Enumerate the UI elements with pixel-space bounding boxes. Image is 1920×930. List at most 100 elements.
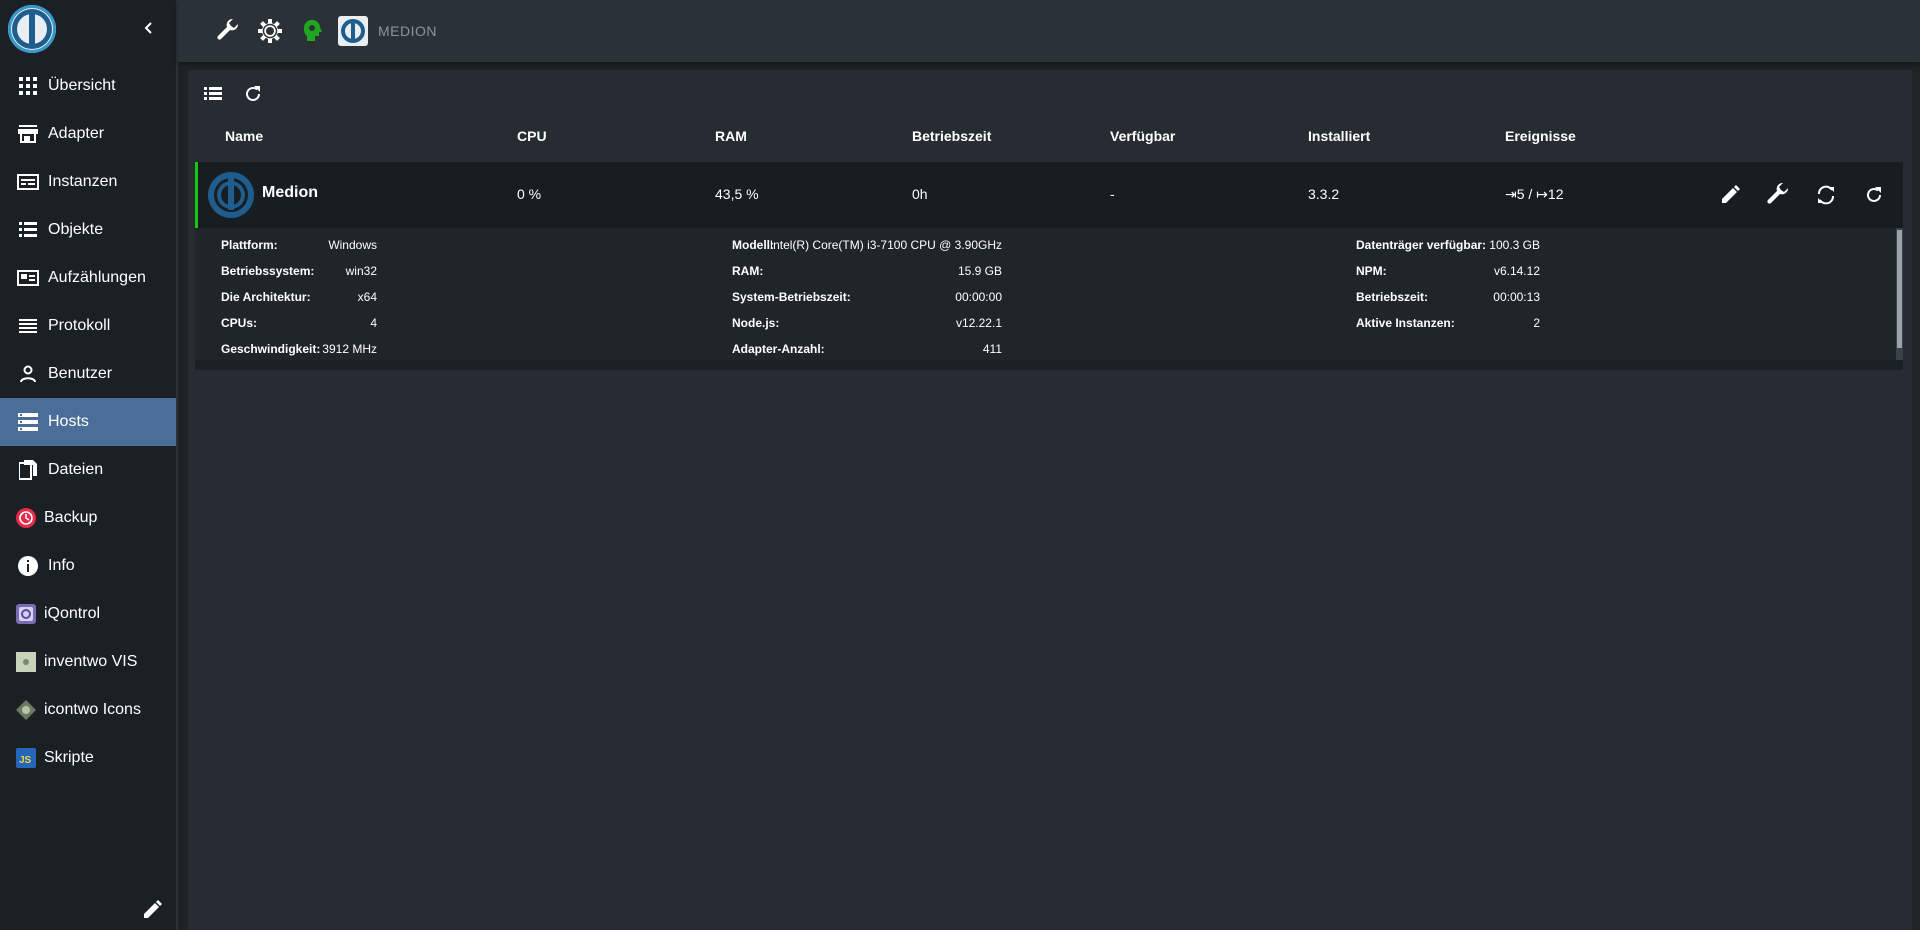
javascript-icon: JS (16, 746, 36, 770)
sidebar-item-adapter[interactable]: Adapter (0, 110, 176, 158)
installed-cell: 3.3.2 (1308, 186, 1340, 202)
host-logo-icon (338, 16, 368, 46)
hosts-panel: Name CPU RAM Betriebszeit Verfügbar Inst… (188, 70, 1912, 930)
scrollbar-thumb[interactable] (1897, 230, 1902, 348)
sidebar-item-info[interactable]: Info (0, 542, 176, 590)
header-events: Ereignisse (1505, 128, 1576, 144)
row-actions (1697, 180, 1889, 210)
sidebar-item-objekte[interactable]: Objekte (0, 206, 176, 254)
sidebar-item-label: Benutzer (48, 365, 113, 382)
available-cell: - (1110, 186, 1115, 202)
details-scrollbar[interactable] (1896, 228, 1903, 360)
sidebar-item-label: Aufzählungen (48, 269, 146, 286)
header-name: Name (225, 128, 264, 144)
edit-host-button[interactable] (1715, 180, 1745, 210)
header-cpu: CPU (517, 128, 547, 144)
refresh-icon (246, 86, 260, 101)
head-icon (303, 19, 322, 41)
detail-row: Die Architektur: x64 (221, 290, 377, 304)
list-icon (16, 218, 40, 242)
store-icon (16, 122, 40, 146)
sidebar-item-skripte[interactable]: JS Skripte (0, 734, 176, 782)
host-status-button[interactable] (296, 15, 328, 47)
detail-row: Datenträger verfügbar: 100.3 GB (1356, 238, 1540, 252)
grid-icon (16, 74, 40, 98)
pencil-icon (1722, 185, 1740, 203)
sidebar-item-dateien[interactable]: Dateien (0, 446, 176, 494)
refresh-icon (1867, 187, 1881, 202)
sidebar-item-label: Info (48, 557, 75, 574)
sidebar-item-label: inventwo VIS (44, 653, 138, 670)
update-host-button[interactable] (1811, 180, 1841, 210)
sidebar-item-label: Dateien (48, 461, 104, 478)
wrench-icon (1767, 183, 1789, 204)
host-name-cell: Medion (262, 184, 318, 201)
uptime-cell: 0h (912, 186, 928, 202)
sidebar-item-label: Objekte (48, 221, 104, 238)
details-footer (195, 360, 1903, 370)
ram-cell: 43,5 % (715, 186, 759, 202)
edit-menu-button[interactable] (142, 900, 166, 924)
table-row[interactable]: Medion 0 % 43,5 % 0h - 3.3.2 ⇥5 / ↦12 (195, 162, 1903, 228)
backup-icon (16, 506, 36, 530)
sidebar-item-label: Skripte (44, 749, 94, 766)
settings-button[interactable] (254, 15, 286, 47)
collapse-sidebar-button[interactable] (138, 16, 160, 40)
iqontrol-icon (16, 602, 36, 626)
sidebar-item-backup[interactable]: Backup (0, 494, 176, 542)
sidebar-header (0, 0, 176, 62)
detail-row: System-Betriebszeit: 00:00:00 (732, 290, 1002, 304)
detail-row: Node.js: v12.22.1 (732, 316, 1002, 330)
sidebar-item-label: Hosts (48, 413, 89, 430)
header-ram: RAM (715, 128, 747, 144)
instances-icon (16, 170, 40, 194)
icontwo-icon (16, 698, 36, 722)
toggle-view-button[interactable] (198, 79, 228, 109)
host-logo-icon (208, 172, 254, 218)
inventwo-icon (16, 650, 36, 674)
list-view-icon (204, 87, 222, 100)
details-column-system: Plattform: Windows Betriebssystem: win32 D… (221, 238, 377, 368)
storage-icon (16, 410, 40, 434)
sidebar-item-protokoll[interactable]: Protokoll (0, 302, 176, 350)
sidebar-item-icontwo-icons[interactable]: icontwo Icons (0, 686, 176, 734)
header-installed: Installiert (1308, 128, 1371, 144)
sync-icon (1818, 185, 1834, 205)
header-available: Verfügbar (1110, 128, 1176, 144)
sidebar-item-label: Protokoll (48, 317, 111, 334)
svg-text:JS: JS (19, 755, 32, 766)
detail-row: Plattform: Windows (221, 238, 377, 252)
pencil-icon (144, 900, 162, 918)
chevron-left-icon (144, 22, 152, 34)
files-icon (16, 458, 40, 482)
sidebar-item-label: icontwo Icons (44, 701, 141, 718)
restart-host-button[interactable] (1859, 180, 1889, 210)
sidebar-item-label: Adapter (48, 125, 105, 142)
enum-icon (16, 266, 40, 290)
table-header: Name CPU RAM Betriebszeit Verfügbar Inst… (188, 118, 1912, 154)
sidebar-item-uebersicht[interactable]: Übersicht (0, 62, 176, 110)
sidebar-item-aufzaehlungen[interactable]: Aufzählungen (0, 254, 176, 302)
sidebar-item-label: Übersicht (48, 77, 116, 94)
lines-icon (16, 314, 40, 338)
sidebar-item-instanzen[interactable]: Instanzen (0, 158, 176, 206)
detail-row: RAM: 15.9 GB (732, 264, 1002, 278)
info-icon (16, 554, 40, 578)
detail-row: Betriebssystem: win32 (221, 264, 377, 278)
sidebar-item-inventwo-vis[interactable]: inventwo VIS (0, 638, 176, 686)
sidebar: Übersicht Adapter Instanzen Objekte Aufz… (0, 0, 178, 930)
sidebar-item-benutzer[interactable]: Benutzer (0, 350, 176, 398)
host-settings-button[interactable] (1763, 180, 1793, 210)
wrench-button[interactable] (212, 15, 244, 47)
events-cell: ⇥5 / ↦12 (1505, 186, 1564, 202)
sidebar-item-iqontrol[interactable]: iQontrol (0, 590, 176, 638)
host-name: MEDION (378, 23, 437, 39)
detail-row: Betriebszeit: 00:00:13 (1356, 290, 1540, 304)
refresh-button[interactable] (238, 79, 268, 109)
wrench-icon (217, 19, 239, 40)
iobroker-logo-icon[interactable] (8, 5, 56, 53)
sidebar-item-hosts[interactable]: Hosts (0, 398, 176, 446)
host-details: Plattform: Windows Betriebssystem: win32 D… (195, 228, 1903, 360)
user-icon (16, 362, 40, 386)
detail-row: Modell: Intel(R) Core(TM) i3-7100 CPU @ 3… (732, 238, 1002, 252)
